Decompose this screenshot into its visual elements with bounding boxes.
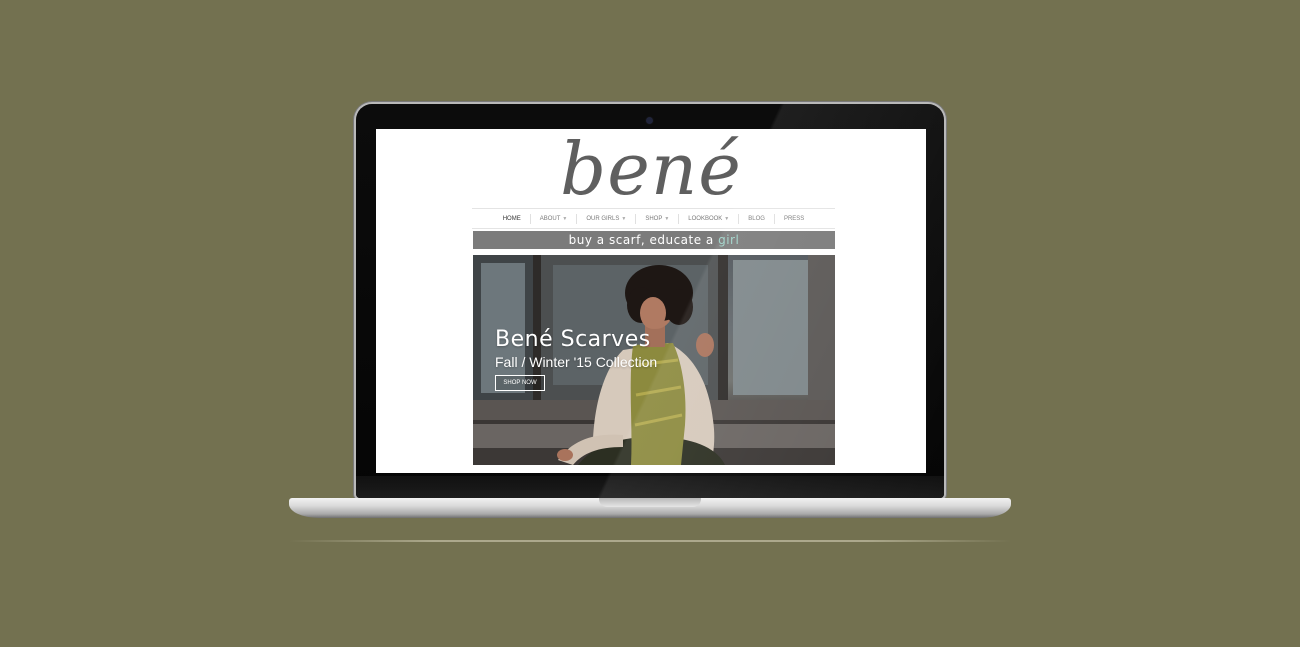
nav-item-home[interactable]: HOME [494, 213, 531, 224]
nav-item-label: HOME [502, 215, 521, 222]
chevron-down-icon: ▼ [621, 215, 627, 222]
chevron-down-icon: ▼ [724, 215, 730, 222]
camera-icon [646, 117, 653, 124]
nav-item-label: OUR GIRLS [586, 215, 620, 222]
nav-item-label: BLOG [748, 215, 765, 222]
shop-now-button[interactable]: SHOP NOW [495, 375, 545, 391]
hero-subtitle: Fall / Winter '15 Collection [495, 354, 658, 370]
nav-item-press[interactable]: PRESS [775, 214, 813, 224]
tagline-text: buy a scarf, educate a [568, 233, 719, 247]
lid-opening-notch [599, 498, 701, 507]
tagline-accent: girl [718, 233, 740, 247]
chevron-down-icon: ▼ [562, 215, 568, 222]
chevron-down-icon: ▼ [664, 215, 670, 222]
surface-reflection [289, 540, 1011, 542]
mockup-stage: bené HOME ABOUT ▼ OUR GIRLS ▼ SHOP ▼ LOOKBO… [0, 0, 1300, 647]
laptop-lid: bené HOME ABOUT ▼ OUR GIRLS ▼ SHOP ▼ LOOKBO… [356, 104, 944, 498]
lid-bottom-bezel [356, 476, 944, 498]
nav-item-blog[interactable]: BLOG [739, 213, 775, 224]
main-nav: HOME ABOUT ▼ OUR GIRLS ▼ SHOP ▼ LOOKBOOK ▼ B… [472, 208, 835, 229]
laptop-screen: bené HOME ABOUT ▼ OUR GIRLS ▼ SHOP ▼ LOOKBO… [376, 129, 926, 473]
hero-title: Bené Scarves [495, 327, 651, 352]
nav-item-label: SHOP [645, 215, 663, 222]
nav-item-lookbook[interactable]: LOOKBOOK ▼ [679, 213, 740, 224]
nav-item-label: LOOKBOOK [688, 215, 723, 222]
nav-item-label: ABOUT [539, 215, 561, 222]
hero-slide: Bené Scarves Fall / Winter '15 Collectio… [473, 255, 835, 465]
nav-item-our-girls[interactable]: OUR GIRLS ▼ [577, 213, 637, 224]
laptop-base [289, 498, 1011, 518]
tagline-banner: buy a scarf, educate a girl [473, 231, 835, 249]
nav-item-about[interactable]: ABOUT ▼ [531, 213, 578, 224]
nav-item-shop[interactable]: SHOP ▼ [636, 213, 680, 224]
site-logo[interactable]: bené [376, 129, 926, 209]
nav-item-label: PRESS [783, 215, 805, 222]
